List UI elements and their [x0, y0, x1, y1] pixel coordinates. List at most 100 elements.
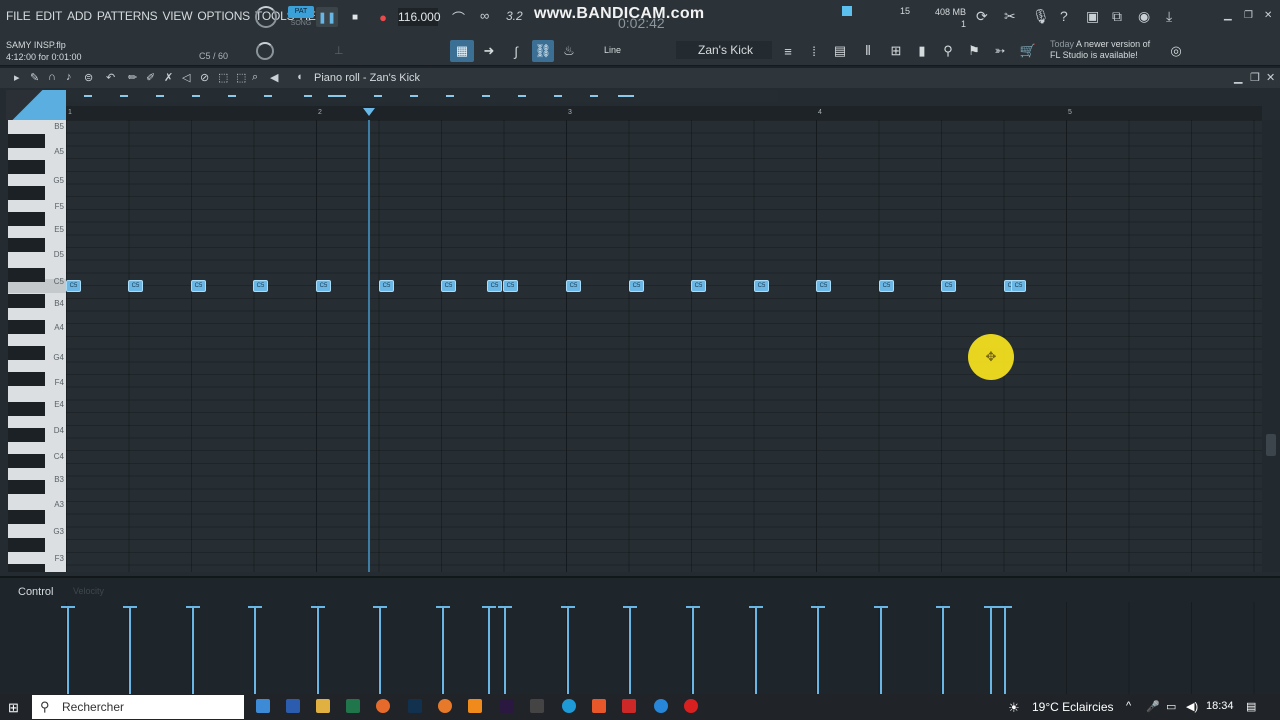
velocity-bar[interactable] [317, 607, 319, 696]
note[interactable]: C5 [691, 280, 706, 292]
song-mode[interactable]: SONG [288, 18, 314, 30]
black-key[interactable] [8, 538, 45, 552]
globe-icon[interactable]: ◎ [1166, 40, 1186, 62]
help-icon[interactable]: ? [1060, 8, 1068, 24]
loop-icon[interactable]: ↶ [106, 71, 115, 84]
pat-mode[interactable]: PAT [288, 6, 314, 18]
fl-studio-icon[interactable] [438, 699, 452, 713]
stop-button[interactable]: ■ [344, 7, 366, 27]
metronome-icon[interactable]: ⌒ [452, 8, 465, 27]
velocity-bar[interactable] [488, 607, 490, 696]
scroll-thumb[interactable] [1266, 434, 1276, 456]
velocity-bar[interactable] [1004, 607, 1006, 696]
velocity-bar[interactable] [67, 607, 69, 696]
tools-icon[interactable]: ✎ [30, 71, 39, 84]
edge-icon[interactable] [562, 699, 576, 713]
velocity-bar[interactable] [755, 607, 757, 696]
velocity-bar[interactable] [990, 607, 992, 696]
record-button[interactable]: ● [372, 7, 394, 27]
download-icon[interactable]: ⤓ [1166, 8, 1172, 25]
black-key[interactable] [8, 346, 45, 360]
channel-selector[interactable]: Zan's Kick [676, 41, 772, 59]
pitch-knob[interactable] [256, 42, 274, 60]
menu-file[interactable]: FILE [6, 9, 31, 23]
black-key[interactable] [8, 238, 45, 252]
playhead-marker[interactable] [363, 108, 375, 116]
velocity-bar[interactable] [817, 607, 819, 696]
onedrive-icon[interactable] [654, 699, 668, 713]
velocity-bar[interactable] [880, 607, 882, 696]
black-key[interactable] [8, 134, 45, 148]
cart-icon[interactable]: 🛒 [1018, 40, 1038, 62]
note[interactable]: C5 [191, 280, 206, 292]
wheel-icon[interactable]: ⊥ [334, 44, 344, 57]
volume-icon[interactable]: ◀) [1186, 700, 1198, 713]
target-icon[interactable]: ⊜ [84, 71, 93, 84]
black-key[interactable] [8, 564, 45, 572]
note[interactable]: C5 [503, 280, 518, 292]
black-key[interactable] [8, 320, 45, 334]
firefox-icon[interactable] [376, 699, 390, 713]
mic-icon[interactable]: 🎙 [1032, 8, 1050, 25]
render-icon[interactable]: ⧉ [1112, 8, 1122, 25]
pdf-icon[interactable] [592, 699, 606, 713]
note[interactable]: C5 [1011, 280, 1026, 292]
explorer-icon[interactable] [316, 699, 330, 713]
restore-icon[interactable]: ❐ [1244, 10, 1253, 21]
speaker-icon[interactable]: ◖ [296, 71, 303, 83]
velocity-bar[interactable] [504, 607, 506, 696]
mic-tray-icon[interactable]: 🎤 [1146, 700, 1160, 713]
chevron-up-icon[interactable]: ^ [1126, 700, 1131, 712]
close-icon[interactable]: ✕ [1264, 10, 1272, 21]
black-key[interactable] [8, 372, 45, 386]
pr-close-icon[interactable]: ✕ [1266, 71, 1275, 84]
control-label[interactable]: Control [18, 586, 53, 598]
delete-icon[interactable]: ✗ [164, 71, 173, 84]
tempo-tapper-icon[interactable]: ⚑ [964, 40, 984, 62]
piano-roll-button[interactable]: ▦ [450, 40, 474, 62]
undo-icon[interactable]: ⟳ [976, 8, 988, 25]
bandicam-icon[interactable] [622, 699, 636, 713]
note[interactable]: C5 [629, 280, 644, 292]
zoom-select-icon[interactable]: ⬚ [236, 71, 246, 84]
note[interactable]: C5 [754, 280, 769, 292]
cut-icon[interactable]: ✂ [1004, 8, 1016, 25]
menu-view[interactable]: VIEW [162, 9, 192, 23]
piano-keyboard[interactable]: B5 A5 G5 F5 E5 D5 C5 B4 A4 G4 F4 E4 D4 C4 B3 A3 G3 F3 [8, 120, 66, 572]
black-key[interactable] [8, 294, 45, 308]
windows-start-icon[interactable]: ⊞ [8, 700, 19, 716]
chat-icon[interactable]: ◉ [1138, 8, 1150, 25]
arrow-right-icon[interactable]: ➜ [478, 40, 500, 62]
velocity-bar[interactable] [567, 607, 569, 696]
black-key[interactable] [8, 268, 45, 282]
note[interactable]: C5 [941, 280, 956, 292]
taskview-icon[interactable] [256, 699, 270, 713]
note[interactable]: C5 [816, 280, 831, 292]
note[interactable]: C5 [879, 280, 894, 292]
black-key[interactable] [8, 160, 45, 174]
pat-song-toggle[interactable]: PAT SONG [288, 6, 314, 32]
plugin-icon[interactable]: ⚲ [938, 40, 958, 62]
clock[interactable]: 18:34 [1206, 700, 1234, 712]
word-icon[interactable] [286, 699, 300, 713]
velocity-bar[interactable] [254, 607, 256, 696]
excel-icon[interactable] [346, 699, 360, 713]
black-key[interactable] [8, 402, 45, 416]
menu-edit[interactable]: EDIT [36, 9, 63, 23]
velocity-bar[interactable] [692, 607, 694, 696]
note[interactable]: C5 [441, 280, 456, 292]
black-key[interactable] [8, 186, 45, 200]
battery-icon[interactable]: ▭ [1166, 700, 1176, 713]
file-icon[interactable]: ▮ [912, 40, 932, 62]
magnet-small-icon[interactable]: ∩ [48, 71, 56, 83]
wait-icon[interactable]: ∞ [480, 8, 489, 23]
tempo-display[interactable]: 116.000 [398, 8, 441, 26]
playback-icon[interactable]: ◀ [270, 71, 278, 84]
black-key[interactable] [8, 212, 45, 226]
timeline-ruler[interactable]: 1 2 3 4 5 [66, 106, 1262, 120]
touch-icon[interactable]: ➳ [990, 40, 1010, 62]
link-icon[interactable]: ⛓ [532, 40, 554, 62]
record-app-icon[interactable] [684, 699, 698, 713]
photoshop-icon[interactable] [408, 699, 422, 713]
step-seq-icon[interactable]: ⁞ [804, 40, 824, 62]
